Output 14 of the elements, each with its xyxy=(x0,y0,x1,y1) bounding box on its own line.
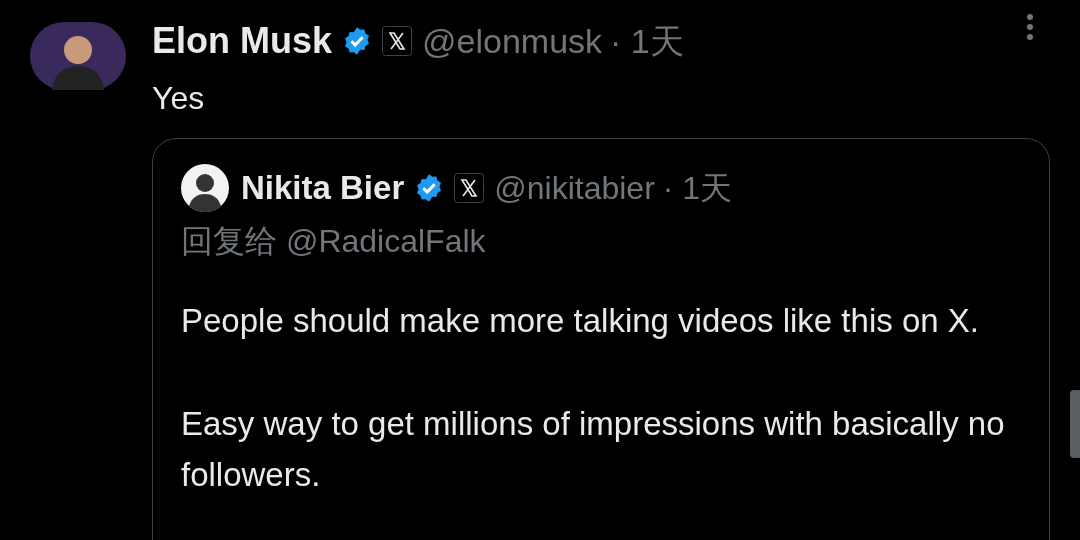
user-handle[interactable]: @nikitabier xyxy=(494,163,655,212)
quoted-tweet-card[interactable]: Nikita Bier @nikitabier · 1天 回复给 @RadicalFalk People should make more talking videos like this on X. Easy way to get millions of impressions with basically no followers. xyxy=(152,138,1050,540)
more-options-icon[interactable] xyxy=(1027,14,1033,40)
tweet-text: Yes xyxy=(152,79,206,118)
scrollbar[interactable] xyxy=(1070,390,1080,458)
tweet-text: Easy way to get millions of impressions with basically no followers. xyxy=(181,403,1006,495)
reply-to-text: 回复给 @RadicalFalk xyxy=(181,221,487,261)
user-handle[interactable]: @elonmusk xyxy=(422,15,603,67)
author-name[interactable]: Nikita Bier xyxy=(241,163,405,213)
tweet-text: People should make more talking videos like this on X. xyxy=(181,300,980,341)
author-name[interactable]: Elon Musk xyxy=(152,14,333,68)
timestamp[interactable]: · 1天 xyxy=(662,163,733,212)
avatar xyxy=(181,163,229,212)
timestamp[interactable]: · 1天 xyxy=(610,15,684,67)
